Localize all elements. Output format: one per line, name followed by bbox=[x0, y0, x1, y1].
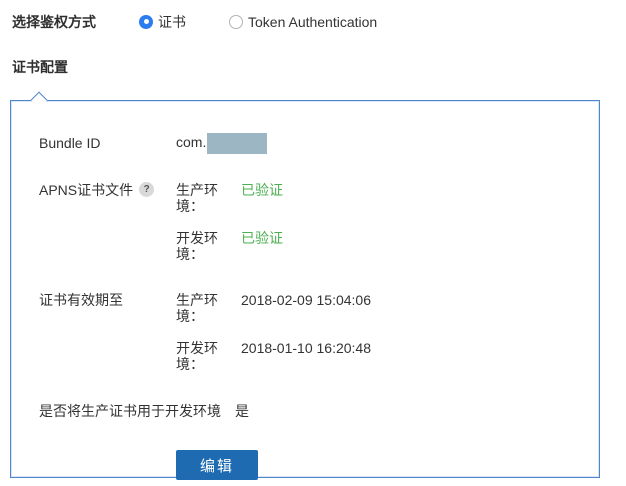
apns-prod-env-label: 生产环境： bbox=[176, 182, 218, 214]
apns-dev-env-label: 开发环境： bbox=[176, 230, 218, 262]
certificate-config-panel: Bundle ID com. APNS证书文件 ? 生产环境： 已验证 开发环境… bbox=[10, 91, 600, 480]
bundle-id-redaction bbox=[207, 132, 268, 154]
edit-button[interactable]: 编辑 bbox=[176, 450, 258, 480]
bundle-id-prefix: com. bbox=[176, 133, 207, 150]
apns-prod-line: 生产环境： 已验证 bbox=[176, 182, 283, 214]
validity-dev-date: 2018-01-10 16:20:48 bbox=[241, 340, 371, 356]
apns-cert-label-wrap: APNS证书文件 ? bbox=[39, 182, 176, 262]
prod-cert-for-dev-row: 是否将生产证书用于开发环境 是 bbox=[39, 403, 599, 419]
apns-prod-status: 已验证 bbox=[241, 182, 283, 198]
validity-dev-env-label: 开发环境： bbox=[176, 340, 218, 372]
validity-dev-line: 开发环境： 2018-01-10 16:20:48 bbox=[176, 340, 371, 372]
apns-cert-status-list: 生产环境： 已验证 开发环境： 已验证 bbox=[176, 182, 283, 262]
validity-date-list: 生产环境： 2018-02-09 15:04:06 开发环境： 2018-01-… bbox=[176, 292, 371, 372]
validity-prod-line: 生产环境： 2018-02-09 15:04:06 bbox=[176, 292, 371, 324]
apns-cert-row: APNS证书文件 ? 生产环境： 已验证 开发环境： 已验证 bbox=[39, 182, 599, 262]
validity-label: 证书有效期至 bbox=[39, 292, 123, 308]
validity-row: 证书有效期至 生产环境： 2018-02-09 15:04:06 开发环境： 2… bbox=[39, 292, 599, 372]
radio-option-certificate[interactable]: 证书 bbox=[139, 12, 186, 32]
prod-cert-for-dev-value: 是 bbox=[235, 403, 249, 419]
auth-method-row: 选择鉴权方式 证书 Token Authentication bbox=[0, 0, 626, 30]
radio-selected-icon[interactable] bbox=[139, 14, 153, 29]
validity-prod-env-label: 生产环境： bbox=[176, 292, 218, 324]
bundle-id-label: Bundle ID bbox=[39, 135, 101, 151]
panel-caret bbox=[30, 91, 48, 109]
radio-label-token-authentication[interactable]: Token Authentication bbox=[248, 14, 377, 30]
radio-option-token-authentication[interactable]: Token Authentication bbox=[229, 14, 377, 30]
radio-label-certificate[interactable]: 证书 bbox=[158, 12, 186, 32]
apns-dev-status: 已验证 bbox=[241, 230, 283, 246]
validity-prod-date: 2018-02-09 15:04:06 bbox=[241, 292, 371, 308]
bundle-id-row: Bundle ID com. bbox=[39, 132, 599, 154]
radio-unselected-icon[interactable] bbox=[229, 14, 243, 29]
bundle-id-value: com. bbox=[176, 132, 268, 154]
auth-method-label: 选择鉴权方式 bbox=[12, 13, 96, 30]
apns-cert-label: APNS证书文件 bbox=[39, 182, 134, 198]
apns-dev-line: 开发环境： 已验证 bbox=[176, 230, 283, 262]
section-title-certificate-config: 证书配置 bbox=[12, 59, 68, 75]
help-icon[interactable]: ? bbox=[139, 182, 155, 197]
radio-dot bbox=[143, 19, 149, 24]
prod-cert-for-dev-label: 是否将生产证书用于开发环境 bbox=[39, 403, 221, 419]
